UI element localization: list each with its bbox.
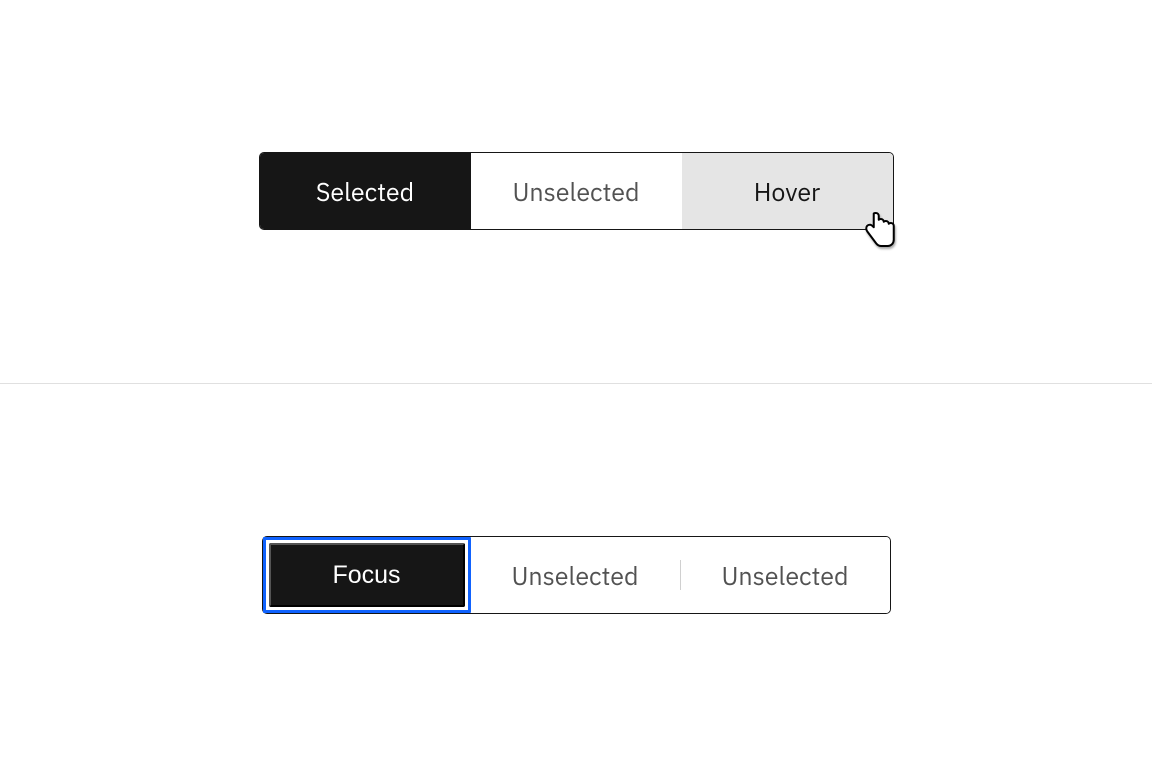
segmented-control-states-focus: Focus Unselected Unselected xyxy=(262,536,891,614)
segmented-control-states-hover: Selected Unselected Hover xyxy=(259,152,894,230)
segment-unselected[interactable]: Unselected xyxy=(471,153,682,229)
horizontal-divider xyxy=(0,383,1152,384)
segment-unselected-2b[interactable]: Unselected xyxy=(681,537,890,613)
segment-focus-wrapper: Focus xyxy=(263,537,471,613)
pointer-cursor-icon xyxy=(862,211,898,251)
segment-selected[interactable]: Selected xyxy=(260,153,471,229)
segment-unselected-2a[interactable]: Unselected xyxy=(471,537,680,613)
segment-hover-label: Hover xyxy=(754,175,820,208)
segment-focus[interactable]: Focus xyxy=(269,543,465,607)
segment-hover[interactable]: Hover xyxy=(682,153,893,229)
